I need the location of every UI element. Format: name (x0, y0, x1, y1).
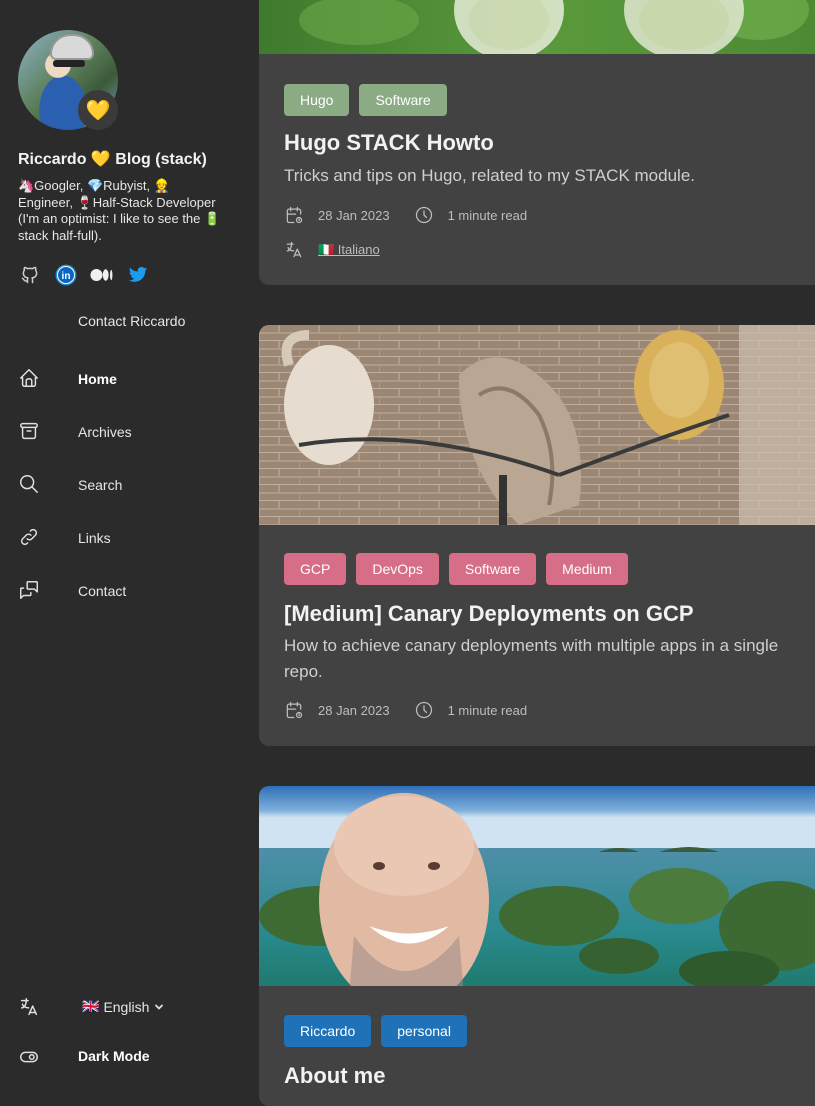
post-tags: Riccardo personal (284, 1015, 467, 1047)
clock-icon (414, 700, 434, 720)
post-tags: GCP DevOps Software Medium (284, 553, 628, 585)
menu-item-links[interactable]: Links (0, 511, 259, 564)
language-icon (284, 240, 304, 260)
tag-software[interactable]: Software (359, 84, 447, 116)
language-select[interactable]: 🇬🇧 English (82, 998, 165, 1015)
post-meta: 28 Jan 2023 1 minute read (284, 700, 551, 720)
post-date: 28 Jan 2023 (318, 207, 390, 223)
toggle-icon (18, 1046, 40, 1068)
tag-medium[interactable]: Medium (546, 553, 628, 585)
dark-mode-toggle[interactable]: Dark Mode (0, 1040, 259, 1074)
menu-item-label: Search (78, 476, 123, 493)
sidebar: 💛 Riccardo 💛 Blog (stack) 🦄Googler, 💎Rub… (0, 0, 259, 1092)
language-icon (18, 996, 40, 1018)
post-date: 28 Jan 2023 (318, 702, 390, 718)
calendar-icon (284, 700, 304, 720)
post-tags: Hugo Software (284, 84, 447, 116)
menu-item-search[interactable]: Search (0, 458, 259, 511)
site-description: 🦄Googler, 💎Rubyist, 👷 Engineer, 🍷Half-St… (18, 178, 221, 243)
social-links: in (18, 264, 150, 286)
post-title[interactable]: [Medium] Canary Deployments on GCP (284, 601, 694, 627)
calendar-icon (284, 205, 304, 225)
menu-item-archives[interactable]: Archives (0, 405, 259, 458)
contact-riccardo-link[interactable]: Contact Riccardo (78, 313, 185, 329)
dark-mode-label: Dark Mode (78, 1048, 150, 1064)
github-icon[interactable] (18, 264, 42, 286)
tag-software[interactable]: Software (448, 553, 537, 585)
post-title[interactable]: Hugo STACK Howto (284, 130, 494, 156)
post-read-time: 1 minute read (447, 207, 528, 223)
language-selector-row: 🇬🇧 English (0, 990, 259, 1024)
post-read-time: 1 minute read (447, 702, 528, 718)
link-icon (18, 526, 40, 548)
post-image[interactable] (259, 325, 815, 525)
menu-item-home[interactable]: Home (0, 352, 259, 405)
post-card: GCP DevOps Software Medium [Medium] Cana… (259, 325, 815, 746)
post-card: Riccardo personal About me (259, 786, 815, 1106)
menu-item-label: Archives (78, 423, 132, 440)
tag-hugo[interactable]: Hugo (284, 84, 350, 116)
twitter-icon[interactable] (126, 264, 150, 286)
post-image[interactable] (259, 0, 815, 54)
menu-item-contact[interactable]: Contact (0, 564, 259, 617)
linkedin-icon[interactable]: in (54, 264, 78, 286)
main-menu: Home Archives Search Links Contact (0, 352, 259, 617)
post-subtitle: How to achieve canary deployments with m… (284, 636, 779, 681)
tag-gcp[interactable]: GCP (284, 553, 347, 585)
medium-icon[interactable] (90, 264, 114, 286)
language-flag: 🇬🇧 (82, 998, 100, 1014)
svg-text:in: in (62, 271, 71, 282)
chevron-down-icon (153, 1001, 165, 1013)
site-title[interactable]: Riccardo 💛 Blog (stack) (18, 149, 207, 169)
language-label: English (103, 998, 150, 1015)
contact-icon (18, 579, 40, 601)
tag-riccardo[interactable]: Riccardo (284, 1015, 372, 1047)
avatar-helmet (50, 34, 94, 60)
post-subtitle: Tricks and tips on Hugo, related to my S… (284, 166, 696, 185)
tag-devops[interactable]: DevOps (356, 553, 439, 585)
post-image[interactable] (259, 786, 815, 986)
translation-link-italiano[interactable]: 🇮🇹 Italiano (318, 242, 380, 258)
tag-personal[interactable]: personal (381, 1015, 467, 1047)
avatar-shades (53, 60, 85, 67)
menu-item-label: Contact (78, 582, 127, 599)
menu-item-label: Home (78, 370, 117, 387)
menu-item-label: Links (78, 529, 111, 546)
post-translations: 🇮🇹 Italiano (284, 240, 380, 260)
home-icon (18, 367, 40, 389)
search-icon (18, 473, 40, 495)
archive-icon (18, 420, 40, 442)
post-title[interactable]: About me (284, 1063, 385, 1089)
post-card: Hugo Software Hugo STACK Howto Tricks an… (259, 0, 815, 285)
clock-icon (414, 205, 434, 225)
post-meta: 28 Jan 2023 1 minute read (284, 205, 551, 225)
avatar-emoji-badge: 💛 (78, 90, 118, 130)
